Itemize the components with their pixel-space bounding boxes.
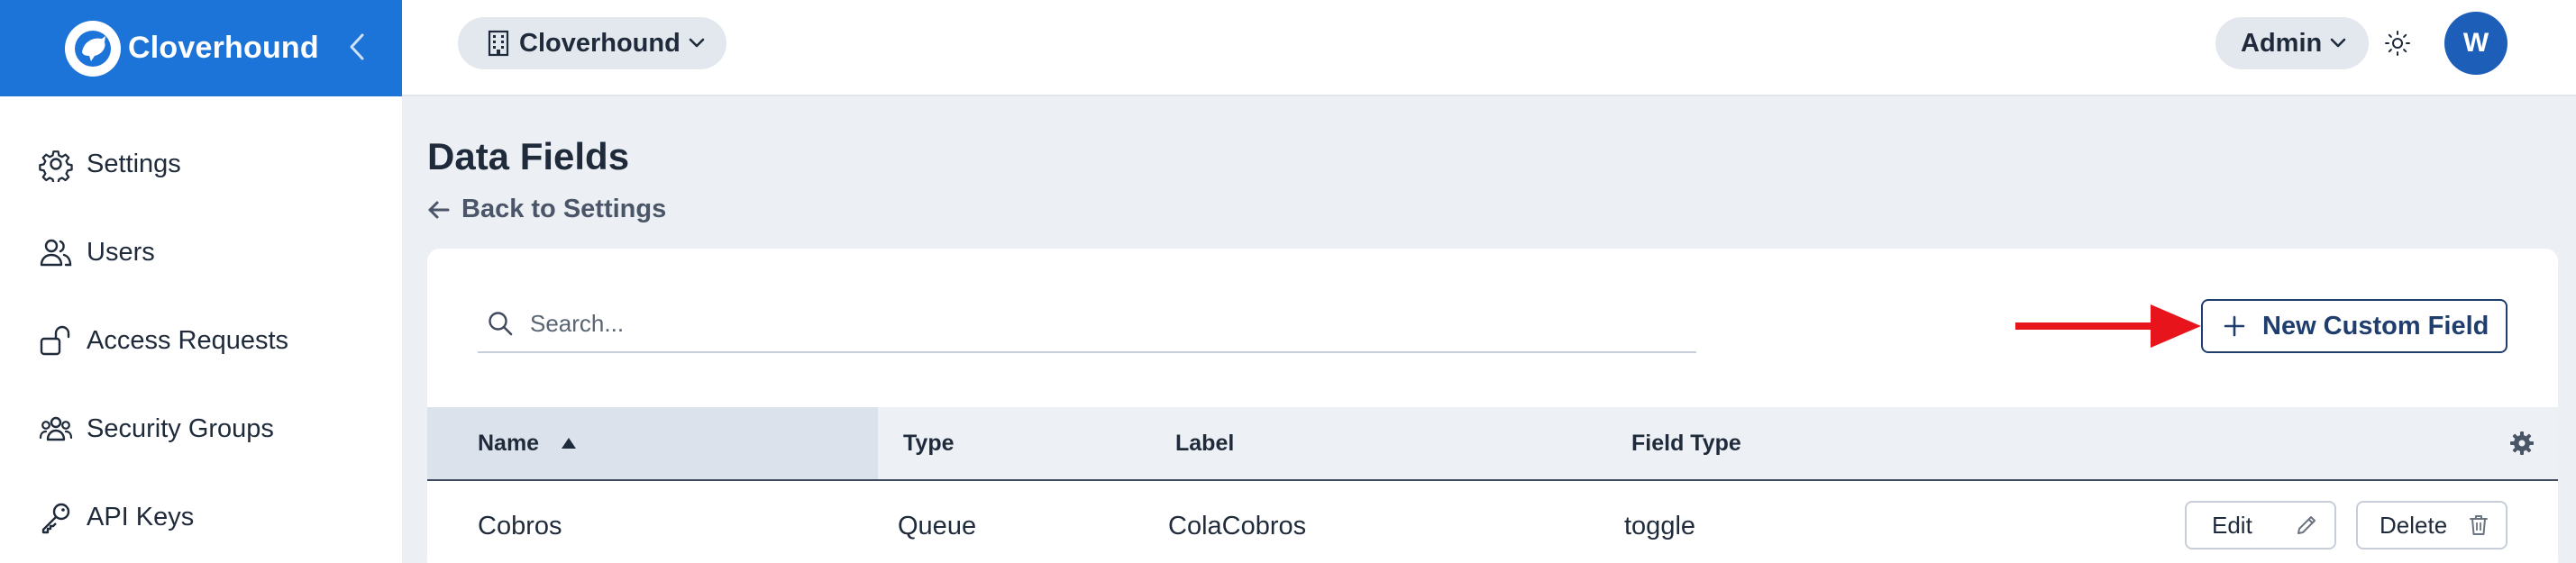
- group-icon: [39, 416, 73, 441]
- building-icon: [488, 30, 509, 57]
- search-input[interactable]: [530, 309, 1612, 338]
- cell-name: Cobros: [478, 511, 562, 540]
- cloverhound-logo-icon: [65, 20, 121, 77]
- new-custom-field-label: New Custom Field: [2262, 311, 2489, 341]
- table-header: Name Type Label Field Type: [427, 407, 2558, 481]
- delete-button[interactable]: Delete: [2356, 501, 2507, 549]
- key-icon: [41, 503, 70, 534]
- column-header-type[interactable]: Type: [903, 407, 955, 479]
- search-icon: [489, 312, 513, 336]
- sidebar-item-api-keys[interactable]: API Keys: [0, 473, 402, 561]
- cell-field-type: toggle: [1624, 511, 1696, 540]
- search-bar: [478, 295, 1696, 353]
- users-icon: [40, 239, 72, 267]
- sidebar-item-security-groups[interactable]: Security Groups: [0, 385, 402, 473]
- sun-icon: [2385, 31, 2410, 56]
- column-header-name[interactable]: Name: [427, 407, 878, 479]
- brand-header: Cloverhound: [0, 0, 402, 96]
- organization-name: Cloverhound: [519, 28, 681, 58]
- sidebar-item-label: Access Requests: [87, 325, 289, 355]
- data-fields-card: New Custom Field Name Type Label Field T…: [427, 249, 2558, 563]
- top-header: Cloverhound Admin W: [402, 0, 2576, 96]
- brand-name: Cloverhound: [128, 31, 319, 65]
- role-name: Admin: [2241, 28, 2323, 58]
- role-switcher[interactable]: Admin: [2215, 17, 2369, 69]
- back-link-label: Back to Settings: [461, 195, 667, 223]
- cell-label: ColaCobros: [1168, 511, 1307, 540]
- collapse-sidebar-button[interactable]: [339, 29, 375, 65]
- sidebar-item-users[interactable]: Users: [0, 208, 402, 296]
- annotation-arrow: [2015, 304, 2201, 348]
- trash-icon: [2470, 515, 2488, 535]
- column-header-label[interactable]: Label: [1175, 407, 1234, 479]
- unlock-icon: [40, 325, 70, 356]
- page-title: Data Fields: [427, 135, 630, 177]
- edit-button[interactable]: Edit: [2185, 501, 2336, 549]
- arrow-left-icon: [428, 201, 450, 218]
- back-to-settings-link[interactable]: Back to Settings: [427, 195, 666, 224]
- theme-toggle-button[interactable]: [2380, 25, 2416, 61]
- chevron-left-icon: [350, 33, 364, 60]
- column-settings-gear-icon[interactable]: [2509, 431, 2535, 456]
- gear-icon: [39, 150, 73, 182]
- edit-button-label: Edit: [2212, 511, 2252, 539]
- organization-switcher[interactable]: Cloverhound: [458, 17, 726, 69]
- sidebar-item-label: Security Groups: [87, 413, 274, 443]
- chevron-down-icon: [2330, 38, 2346, 48]
- pencil-icon: [2297, 516, 2316, 534]
- sidebar-item-label: API Keys: [87, 502, 195, 531]
- column-header-field-type[interactable]: Field Type: [1631, 407, 1741, 479]
- sidebar-item-label: Settings: [87, 149, 181, 178]
- sidebar-item-access-requests[interactable]: Access Requests: [0, 296, 402, 385]
- column-header-label: Name: [478, 430, 540, 456]
- chevron-down-icon: [689, 38, 705, 48]
- plus-icon: [2224, 315, 2245, 337]
- sort-ascending-icon: [562, 438, 577, 449]
- sidebar: Cloverhound Settings Users Access Reques…: [0, 0, 402, 563]
- delete-button-label: Delete: [2380, 511, 2448, 539]
- sidebar-item-settings[interactable]: Settings: [0, 120, 402, 208]
- sidebar-nav: Settings Users Access Requests Security …: [0, 96, 402, 561]
- cell-type: Queue: [898, 511, 977, 540]
- user-avatar[interactable]: W: [2444, 12, 2507, 75]
- sidebar-item-label: Users: [87, 237, 155, 267]
- new-custom-field-button[interactable]: New Custom Field: [2201, 299, 2507, 353]
